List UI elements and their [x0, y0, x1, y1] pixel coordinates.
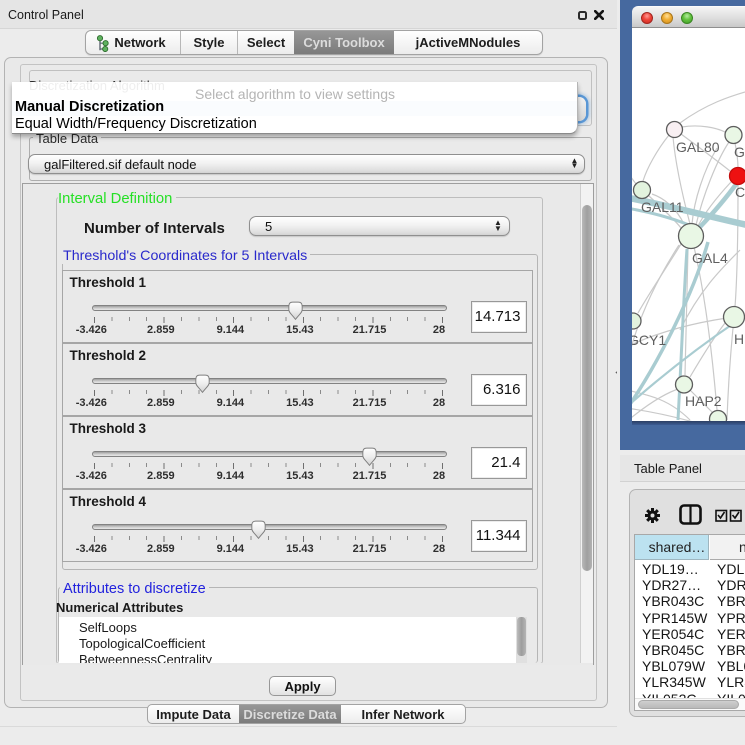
- svg-text:H: H: [734, 331, 744, 347]
- svg-text:G.: G.: [734, 144, 745, 160]
- svg-text:GAL11: GAL11: [641, 199, 684, 215]
- svg-text:GAL80: GAL80: [676, 139, 720, 155]
- svg-text:HAP2: HAP2: [685, 393, 722, 409]
- svg-text:GCY1: GCY1: [632, 332, 666, 348]
- svg-text:GAL4: GAL4: [692, 250, 728, 266]
- svg-text:C: C: [735, 184, 745, 200]
